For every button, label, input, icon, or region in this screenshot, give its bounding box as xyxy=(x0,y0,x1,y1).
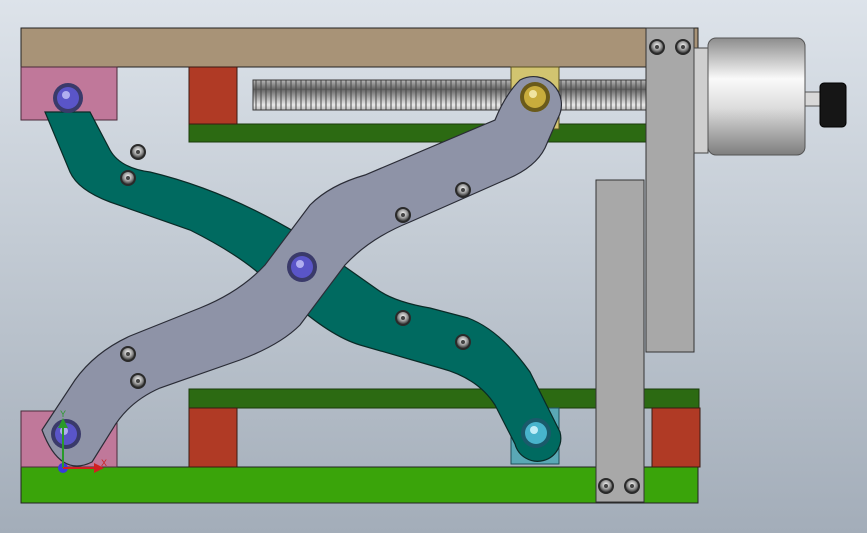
x-axis-label: X xyxy=(101,458,108,468)
screw-head xyxy=(624,478,640,494)
pivot-pin-bottom-right[interactable] xyxy=(521,418,551,448)
motor-knob[interactable] xyxy=(819,82,847,128)
lower-vertical-bar[interactable] xyxy=(595,179,645,503)
right-vertical-bar[interactable] xyxy=(645,27,695,353)
screw-head xyxy=(130,373,146,389)
screw-head xyxy=(120,170,136,186)
screw-head xyxy=(120,346,136,362)
pivot-pin-top-right[interactable] xyxy=(520,82,550,112)
cad-viewport[interactable]: X Y xyxy=(0,0,867,533)
screw-head xyxy=(675,39,691,55)
screw-head xyxy=(130,144,146,160)
motor-flange[interactable] xyxy=(693,47,709,154)
pivot-pin-center[interactable] xyxy=(287,252,317,282)
screw-head xyxy=(395,207,411,223)
screw-head xyxy=(649,39,665,55)
screw-head xyxy=(455,182,471,198)
lower-red-block-right[interactable] xyxy=(651,407,701,468)
screw-head xyxy=(598,478,614,494)
pivot-pin-top-left[interactable] xyxy=(53,83,83,113)
y-axis-label: Y xyxy=(60,409,67,419)
screw-head xyxy=(395,310,411,326)
lower-red-block-left[interactable] xyxy=(188,407,238,468)
upper-red-block[interactable] xyxy=(188,66,238,125)
screw-head xyxy=(455,334,471,350)
upper-guide-rail[interactable] xyxy=(188,123,697,143)
scissor-lift-assembly[interactable] xyxy=(0,0,867,533)
lead-screw[interactable] xyxy=(252,79,647,111)
top-plate[interactable] xyxy=(20,27,699,68)
pivot-pin-bottom-left[interactable] xyxy=(51,419,81,449)
motor-body[interactable] xyxy=(707,37,806,156)
